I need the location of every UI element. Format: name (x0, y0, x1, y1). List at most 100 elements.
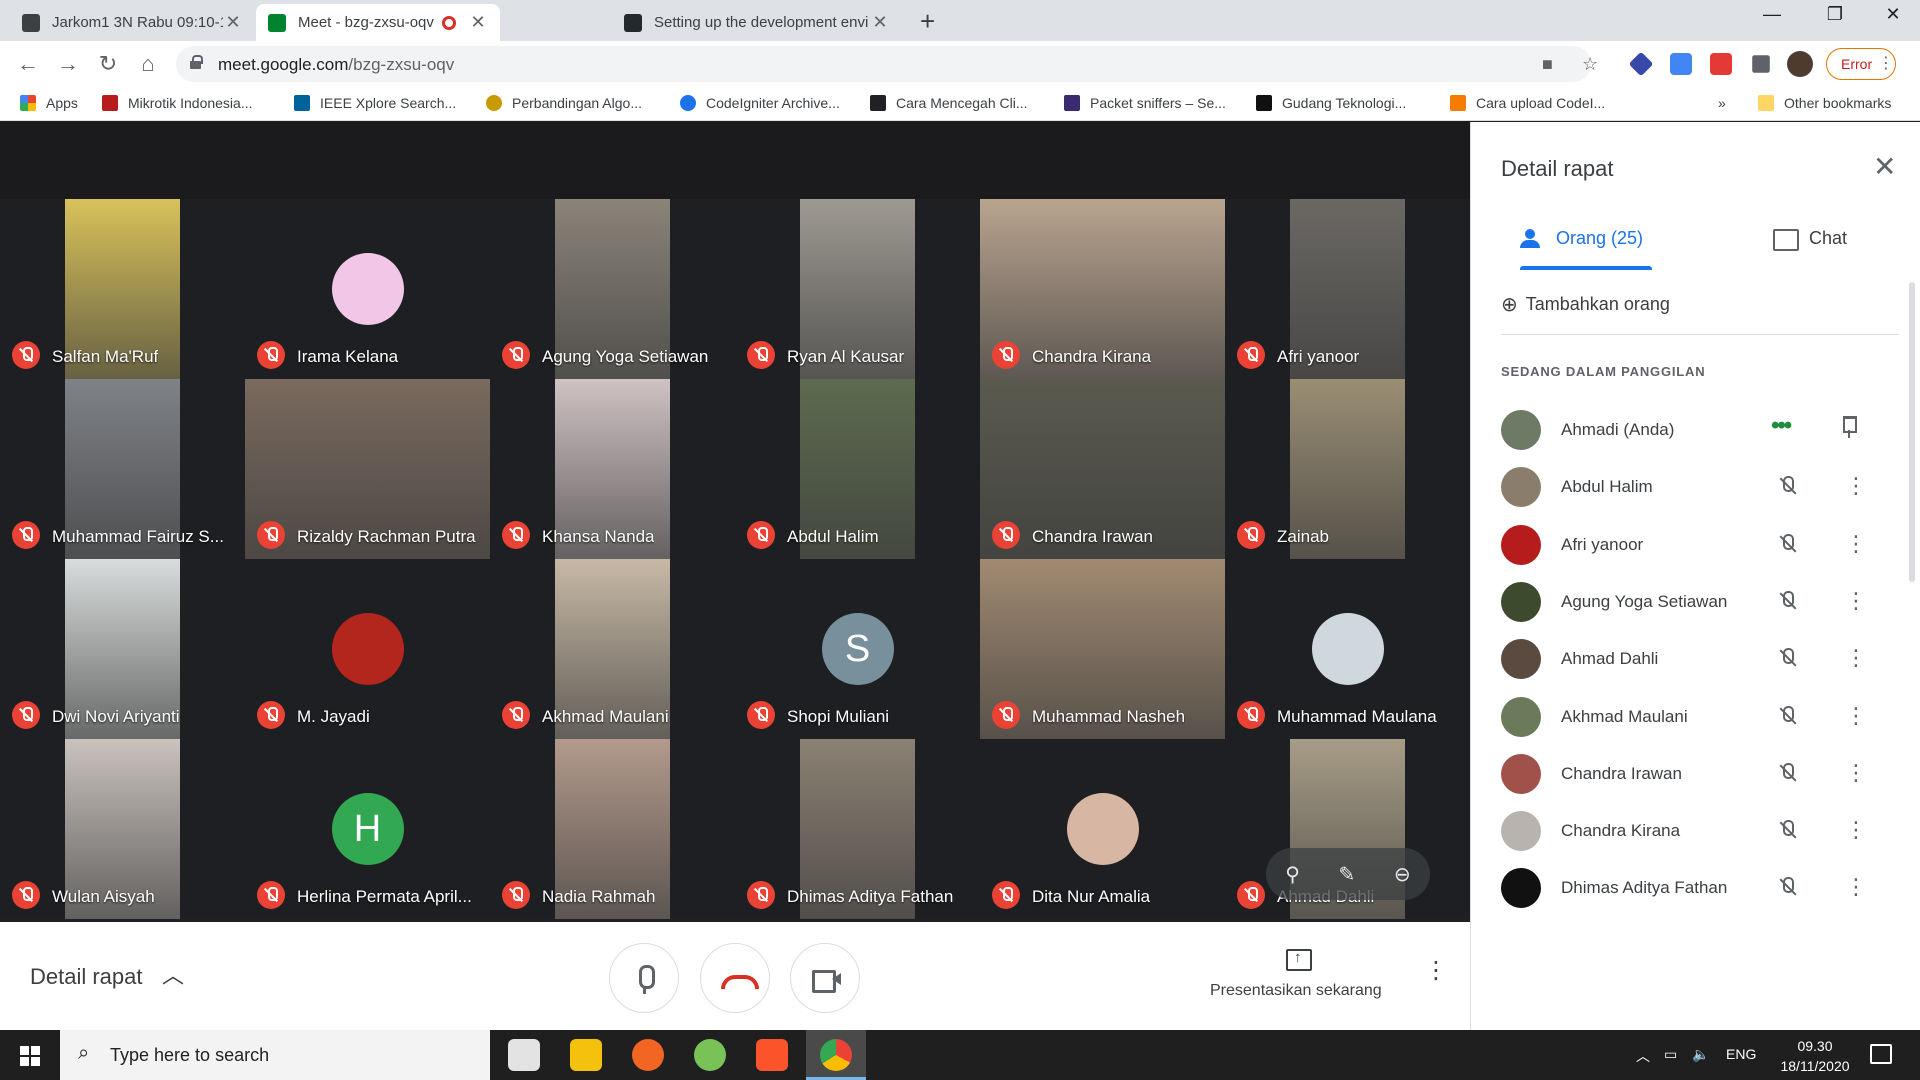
bookmark-item[interactable]: Perbandingan Algo... (486, 95, 642, 111)
present-screen-icon[interactable] (1286, 949, 1312, 971)
notification-icon[interactable] (1870, 1044, 1892, 1064)
forward-icon[interactable]: → (54, 50, 82, 78)
participant-tile[interactable]: Muhammad Nasheh (980, 559, 1225, 739)
close-tab-icon[interactable]: ✕ (223, 12, 243, 33)
bookmark-item[interactable]: Gudang Teknologi... (1256, 95, 1406, 111)
back-icon[interactable]: ← (14, 50, 42, 78)
bookmark-apps[interactable]: Apps (20, 95, 78, 111)
participant-tile[interactable]: Dita Nur Amalia (980, 739, 1225, 919)
new-tab-icon[interactable]: + (920, 6, 935, 37)
close-tab-icon[interactable]: ✕ (870, 12, 890, 33)
bookmarks-overflow-icon[interactable]: » (1718, 95, 1726, 111)
tray-overflow-icon[interactable]: ︿ (1636, 1046, 1650, 1066)
reload-icon[interactable]: ↻ (94, 50, 122, 78)
participant-menu-icon[interactable]: ⋮ (1845, 645, 1867, 671)
participant-tile[interactable]: Dwi Novi Ariyanti (0, 559, 245, 739)
panel-scrollbar[interactable] (1909, 282, 1915, 582)
mute-participant-icon[interactable]: ✎ (1339, 862, 1356, 887)
participant-tile[interactable]: Chandra Irawan (980, 379, 1225, 559)
more-actions-icon[interactable]: ••• (1771, 412, 1792, 440)
participant-tile[interactable]: Zainab (1225, 379, 1470, 559)
leave-call-button[interactable] (700, 943, 770, 1013)
camera-button[interactable] (790, 943, 860, 1013)
language-indicator[interactable]: ENG (1726, 1046, 1756, 1062)
bookmark-item[interactable]: IEEE Xplore Search... (294, 95, 456, 111)
more-options-icon[interactable]: ⋮ (1424, 956, 1448, 985)
profile-avatar[interactable] (1787, 51, 1813, 77)
participant-row[interactable]: Agung Yoga Setiawan ⋮ (1501, 574, 1901, 630)
participant-tile[interactable]: M. Jayadi (245, 559, 490, 739)
participant-menu-icon[interactable]: ⋮ (1845, 703, 1867, 729)
close-tab-icon[interactable]: ✕ (468, 12, 488, 33)
microphone-button[interactable] (609, 943, 679, 1013)
participant-tile[interactable]: Dhimas Aditya Fathan (735, 739, 980, 919)
bookmark-item[interactable]: Cara upload CodeI... (1450, 95, 1605, 111)
taskbar-search[interactable]: ⌕ Type here to search (60, 1030, 490, 1080)
address-bar[interactable]: meet.google.com/bzg-zxsu-oqv ■ ☆ (176, 46, 1598, 82)
participant-tile[interactable]: S Shopi Muliani (735, 559, 980, 739)
participant-row[interactable]: Ahmad Dahli ⋮ (1501, 631, 1901, 687)
close-panel-icon[interactable]: ✕ (1873, 150, 1896, 183)
participant-tile[interactable]: Ryan Al Kausar (735, 199, 980, 379)
participant-tile[interactable]: Chandra Kirana (980, 199, 1225, 379)
participant-row[interactable]: Dhimas Aditya Fathan ⋮ (1501, 860, 1901, 916)
puzzle-icon[interactable] (1752, 55, 1770, 73)
meeting-details-label[interactable]: Detail rapat (30, 964, 143, 990)
present-now-button[interactable]: Presentasikan sekarang (1210, 982, 1382, 1000)
participant-menu-icon[interactable]: ⋮ (1845, 588, 1867, 614)
volume-icon[interactable]: 🔈 (1692, 1046, 1709, 1063)
participant-row[interactable]: Chandra Irawan ⋮ (1501, 746, 1901, 802)
windows-start-icon[interactable] (20, 1046, 40, 1066)
chevron-up-icon[interactable]: ︿ (162, 958, 184, 990)
translate-icon[interactable] (1670, 53, 1692, 75)
participant-tile[interactable]: H Herlina Permata April... (245, 739, 490, 919)
tab-chat[interactable]: Chat (1773, 228, 1847, 251)
postman-icon[interactable] (632, 1039, 664, 1071)
restore-icon[interactable]: ❐ (1815, 4, 1855, 25)
bookmark-item[interactable]: Cara Mencegah Cli... (870, 95, 1028, 111)
participant-menu-icon[interactable]: ⋮ (1845, 874, 1867, 900)
participant-tile[interactable]: Rizaldy Rachman Putra (245, 379, 490, 559)
participant-tile[interactable]: Agung Yoga Setiawan (490, 199, 735, 379)
participant-tile[interactable]: Salfan Ma'Ruf (0, 199, 245, 379)
tab-people[interactable]: Orang (25) (1520, 228, 1643, 249)
participant-menu-icon[interactable]: ⋮ (1845, 473, 1867, 499)
participant-row[interactable]: Afri yanoor ⋮ (1501, 517, 1901, 573)
tab-jarkom[interactable]: Jarkom1 3N Rabu 09:10-10:40 ✕ (10, 4, 255, 41)
close-window-icon[interactable]: ✕ (1873, 4, 1913, 25)
participant-menu-icon[interactable]: ⋮ (1845, 817, 1867, 843)
chrome-icon[interactable] (820, 1039, 852, 1071)
lock-icon[interactable] (190, 55, 203, 69)
record-extension-icon[interactable] (1710, 53, 1732, 75)
participant-tile[interactable]: Muhammad Fairuz S... (0, 379, 245, 559)
other-bookmarks[interactable]: Other bookmarks (1758, 95, 1891, 111)
clock[interactable]: 09.30 18/11/2020 (1760, 1036, 1870, 1076)
battery-icon[interactable]: ▭ (1664, 1046, 1677, 1063)
add-people-button[interactable]: ⊕ Tambahkan orang (1501, 292, 1670, 317)
tab-meet[interactable]: Meet - bzg-zxsu-oqv ✕ (256, 4, 500, 41)
home-icon[interactable]: ⌂ (134, 50, 162, 78)
tab-docs[interactable]: Setting up the development envi ✕ (612, 4, 902, 41)
participant-tile[interactable]: Irama Kelana (245, 199, 490, 379)
participant-tile[interactable]: Akhmad Maulani (490, 559, 735, 739)
participant-tile[interactable]: Muhammad Maulana (1225, 559, 1470, 739)
minimize-icon[interactable]: — (1752, 4, 1792, 25)
extension-icon[interactable] (1628, 51, 1654, 77)
bookmark-star-icon[interactable]: ☆ (1582, 54, 1598, 75)
participant-row[interactable]: Akhmad Maulani ⋮ (1501, 689, 1901, 745)
participant-row[interactable]: Chandra Kirana ⋮ (1501, 803, 1901, 859)
pin-icon[interactable] (1839, 414, 1859, 440)
bookmark-item[interactable]: Packet sniffers – Se... (1064, 95, 1226, 111)
pin-icon[interactable]: ⚲ (1285, 862, 1300, 887)
participant-row[interactable]: Ahmadi (Anda) ••• (1501, 402, 1901, 458)
android-studio-icon[interactable] (694, 1039, 726, 1071)
bookmark-item[interactable]: CodeIgniter Archive... (680, 95, 840, 111)
file-explorer-icon[interactable] (570, 1039, 602, 1071)
brave-icon[interactable] (756, 1039, 788, 1071)
participant-tile[interactable]: Afri yanoor (1225, 199, 1470, 379)
camera-icon[interactable]: ■ (1542, 54, 1553, 75)
participant-menu-icon[interactable]: ⋮ (1845, 531, 1867, 557)
store-icon[interactable] (508, 1039, 540, 1071)
bookmark-item[interactable]: Mikrotik Indonesia... (102, 95, 253, 111)
participant-menu-icon[interactable]: ⋮ (1845, 760, 1867, 786)
